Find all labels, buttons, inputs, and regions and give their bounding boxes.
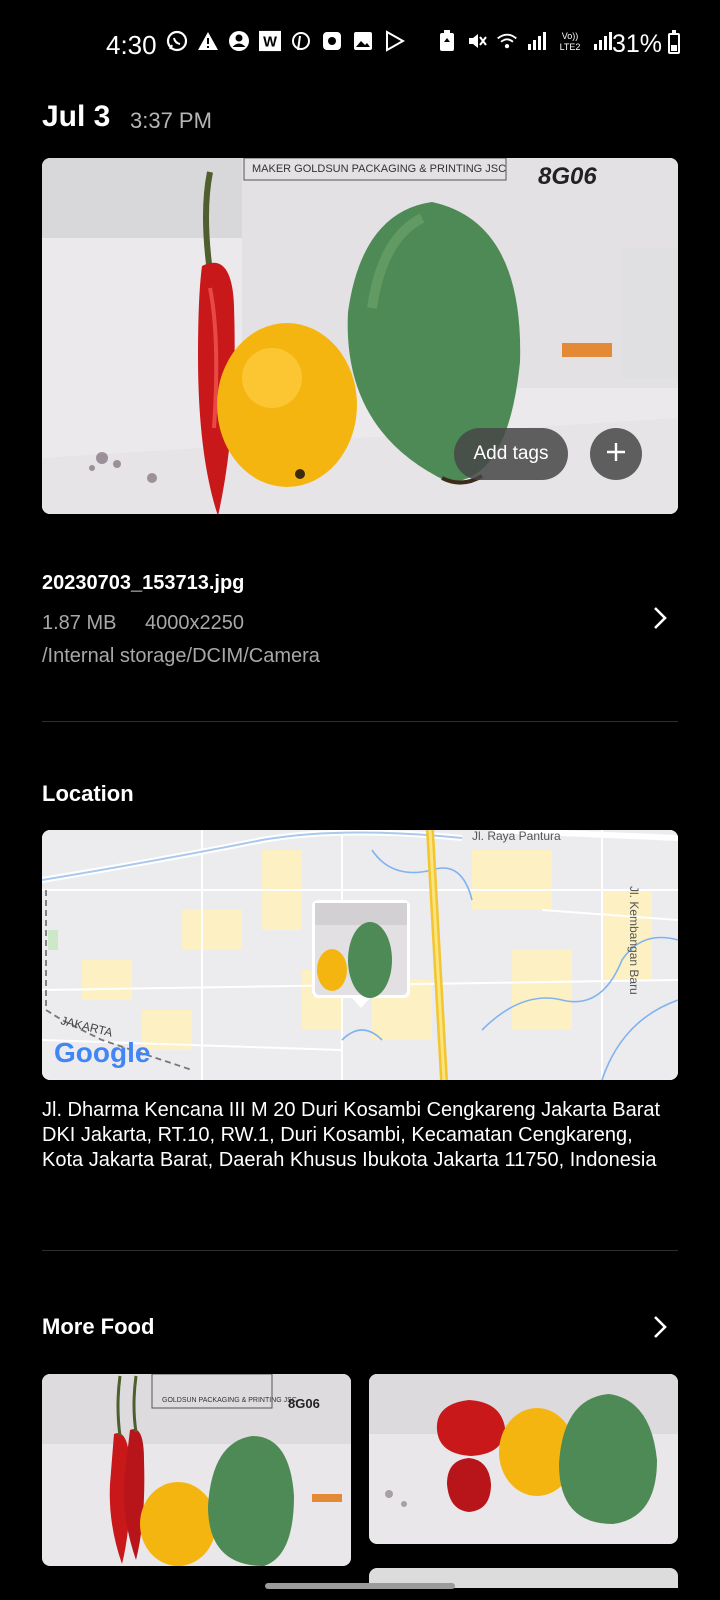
svg-text:LTE2: LTE2 xyxy=(560,42,581,52)
status-time: 4:30 xyxy=(106,30,157,60)
add-button[interactable] xyxy=(590,428,642,480)
divider xyxy=(42,721,678,722)
battery-percent: 31% xyxy=(612,30,663,58)
file-resolution: 4000x2250 xyxy=(145,612,244,634)
divider xyxy=(42,1250,678,1251)
food-thumbnail[interactable] xyxy=(369,1374,678,1544)
food-thumbnail[interactable]: GOLDSUN PACKAGING & PRINTING JSC 8G06 xyxy=(42,1374,351,1566)
photo-time: 3:37 PM xyxy=(130,108,212,133)
mute-icon xyxy=(466,30,488,52)
file-size: 1.87 MB xyxy=(42,612,117,634)
file-name: 20230703_153713.jpg xyxy=(42,572,245,594)
alert-icon xyxy=(197,30,219,52)
photo-date: Jul 3 xyxy=(42,100,111,133)
plus-icon xyxy=(605,441,627,468)
pinterest-icon xyxy=(290,30,312,52)
account-icon xyxy=(228,30,250,52)
svg-text:Vo)): Vo)) xyxy=(562,31,579,41)
status-bar: 4:30 W Vo)) LTE2 31% xyxy=(0,0,720,88)
signal-2-icon xyxy=(592,30,614,52)
thumb-box-label: GOLDSUN PACKAGING & PRINTING JSC xyxy=(162,1397,297,1404)
add-tags-button[interactable]: Add tags xyxy=(454,428,568,480)
file-details-chevron-icon[interactable] xyxy=(648,604,672,632)
more-food-title: More Food xyxy=(42,1314,155,1339)
svg-text:W: W xyxy=(263,35,277,51)
thumb-box-code: 8G06 xyxy=(288,1396,320,1411)
gallery-icon xyxy=(352,30,374,52)
wifi-icon xyxy=(496,30,518,52)
w-app-icon: W xyxy=(259,30,281,52)
play-store-icon xyxy=(383,30,405,52)
battery-saver-icon xyxy=(436,30,458,52)
google-logo: Google xyxy=(54,1037,150,1068)
location-title: Location xyxy=(42,781,134,806)
file-path: /Internal storage/DCIM/Camera xyxy=(42,645,320,667)
notification-icons: W xyxy=(166,30,405,52)
battery-icon xyxy=(668,30,680,54)
more-food-chevron-icon[interactable] xyxy=(648,1313,672,1341)
system-icons: Vo)) LTE2 xyxy=(436,30,614,52)
map-road-right: Jl. Kembangan Baru xyxy=(627,886,641,995)
box-code: 8G06 xyxy=(538,163,597,190)
signal-icon xyxy=(526,30,548,52)
location-address: Jl. Dharma Kencana III M 20 Duri Kosambi… xyxy=(42,1099,661,1171)
box-label: MAKER GOLDSUN PACKAGING & PRINTING JSC xyxy=(252,163,506,175)
whatsapp-icon xyxy=(166,30,188,52)
gesture-nav-handle[interactable] xyxy=(265,1583,455,1589)
volte-icon: Vo)) LTE2 xyxy=(556,30,584,52)
camera-app-icon xyxy=(321,30,343,52)
photo-preview[interactable]: MAKER GOLDSUN PACKAGING & PRINTING JSC 8… xyxy=(42,158,678,514)
map-road-top: Jl. Raya Pantura xyxy=(472,830,561,843)
location-map[interactable]: Jl. Raya Pantura Jl. Kembangan Baru JAKA… xyxy=(42,830,678,1080)
